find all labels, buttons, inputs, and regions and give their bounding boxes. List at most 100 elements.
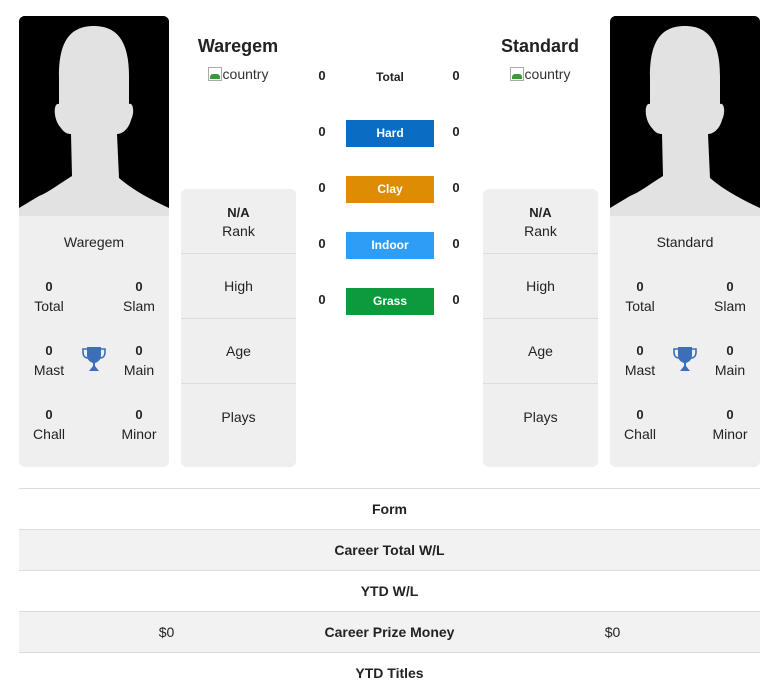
right-surface-value: 0 [452, 180, 460, 195]
left-surface-value: 0 [318, 124, 326, 139]
left-player-flag: country [207, 66, 269, 82]
left-player-header: Waregem country [168, 34, 308, 86]
left-value: $0 [158, 624, 175, 640]
row-label: YTD W/L [360, 583, 419, 599]
left-rank-cell: N/A Rank [181, 189, 296, 254]
trophy-icon [82, 347, 106, 371]
left-player-card: Waregem 0 Total 0 Slam 0 Mast 0 Main 0 C… [19, 216, 169, 467]
stat-label: Chall [624, 426, 656, 442]
flag-alt-text: country [524, 66, 571, 82]
age-label: Age [528, 343, 553, 359]
table-row-ytd-wl: YTD W/L [19, 570, 760, 611]
surface-badge-indoor: Indoor [346, 232, 434, 259]
stat-value: 0 [726, 343, 734, 358]
left-stat-chall: 0 Chall [19, 406, 79, 444]
right-rank-cell: N/A Rank [483, 189, 598, 254]
stat-value: 0 [726, 279, 734, 294]
comparison-table: Form Career Total W/L YTD W/L $0 Career … [19, 488, 760, 693]
rank-value: N/A [227, 205, 250, 220]
surface-badge-hard: Hard [346, 120, 434, 147]
right-stat-mast: 0 Mast [610, 342, 670, 380]
left-age-cell: Age [181, 319, 296, 384]
row-label: Career Total W/L [334, 542, 445, 558]
right-stat-main: 0 Main [700, 342, 760, 380]
surface-row-total: 0 Total 0 [310, 64, 470, 92]
right-surface-value: 0 [452, 292, 460, 307]
right-age-cell: Age [483, 319, 598, 384]
rank-value: N/A [529, 205, 552, 220]
left-player-photo [19, 16, 169, 216]
stat-label: Main [714, 362, 746, 378]
right-player-name: Standard [656, 234, 714, 250]
right-player-info: N/A Rank High Age Plays [483, 189, 598, 467]
surface-row-indoor: 0 Indoor 0 [310, 232, 470, 260]
rank-label: Rank [222, 223, 255, 239]
table-row-career-total-wl: Career Total W/L [19, 529, 760, 570]
left-stat-total: 0 Total [19, 278, 79, 316]
right-stat-slam: 0 Slam [700, 278, 760, 316]
stat-label: Slam [123, 298, 155, 314]
right-stat-total: 0 Total [610, 278, 670, 316]
stat-value: 0 [135, 343, 143, 358]
stat-value: 0 [135, 407, 143, 422]
right-stat-chall: 0 Chall [610, 406, 670, 444]
age-label: Age [226, 343, 251, 359]
left-stat-slam: 0 Slam [109, 278, 169, 316]
silhouette-icon [610, 16, 760, 216]
surface-row-grass: 0 Grass 0 [310, 288, 470, 316]
right-player-title[interactable]: Standard [470, 34, 610, 58]
right-high-cell: High [483, 254, 598, 319]
right-player-flag: country [509, 66, 571, 82]
stat-label: Main [123, 362, 155, 378]
broken-image-icon [509, 67, 524, 81]
right-surface-value: 0 [452, 68, 460, 83]
surface-row-clay: 0 Clay 0 [310, 176, 470, 204]
stat-label: Total [34, 298, 64, 314]
stat-value: 0 [636, 279, 644, 294]
row-label: Form [372, 501, 407, 517]
plays-label: Plays [523, 408, 558, 425]
left-surface-value: 0 [318, 68, 326, 83]
stat-label: Mast [33, 362, 65, 378]
broken-image-icon [207, 67, 222, 81]
right-value: $0 [604, 624, 621, 640]
right-surface-value: 0 [452, 124, 460, 139]
stat-label: Total [625, 298, 655, 314]
surface-row-hard: 0 Hard 0 [310, 120, 470, 148]
right-player-card: Standard 0 Total 0 Slam 0 Mast 0 Main 0 … [610, 216, 760, 467]
left-stat-minor: 0 Minor [109, 406, 169, 444]
high-label: High [526, 278, 555, 294]
left-surface-value: 0 [318, 236, 326, 251]
stat-label: Mast [624, 362, 656, 378]
left-player-info: N/A Rank High Age Plays [181, 189, 296, 467]
row-label: YTD Titles [355, 665, 424, 681]
table-row-form: Form [19, 488, 760, 529]
stat-value: 0 [636, 343, 644, 358]
stat-value: 0 [45, 343, 53, 358]
stat-value: 0 [45, 279, 53, 294]
right-player-header: Standard country [470, 34, 610, 86]
silhouette-icon [19, 16, 169, 216]
left-surface-value: 0 [318, 180, 326, 195]
right-surface-value: 0 [452, 236, 460, 251]
left-stat-mast: 0 Mast [19, 342, 79, 380]
stat-value: 0 [636, 407, 644, 422]
left-player-name: Waregem [63, 234, 125, 250]
stat-label: Slam [714, 298, 746, 314]
rank-label: Rank [524, 223, 557, 239]
left-stat-main: 0 Main [109, 342, 169, 380]
left-high-cell: High [181, 254, 296, 319]
right-player-photo [610, 16, 760, 216]
trophy-icon [673, 347, 697, 371]
stat-label: Minor [121, 426, 157, 442]
table-row-career-prize-money: $0 Career Prize Money $0 [19, 611, 760, 652]
surface-badge-clay: Clay [346, 176, 434, 203]
table-row-ytd-titles: YTD Titles [19, 652, 760, 693]
high-label: High [224, 278, 253, 294]
stat-value: 0 [135, 279, 143, 294]
right-plays-cell: Plays [483, 384, 598, 449]
left-player-title[interactable]: Waregem [168, 34, 308, 58]
stat-value: 0 [45, 407, 53, 422]
flag-alt-text: country [222, 66, 269, 82]
stat-label: Chall [33, 426, 65, 442]
